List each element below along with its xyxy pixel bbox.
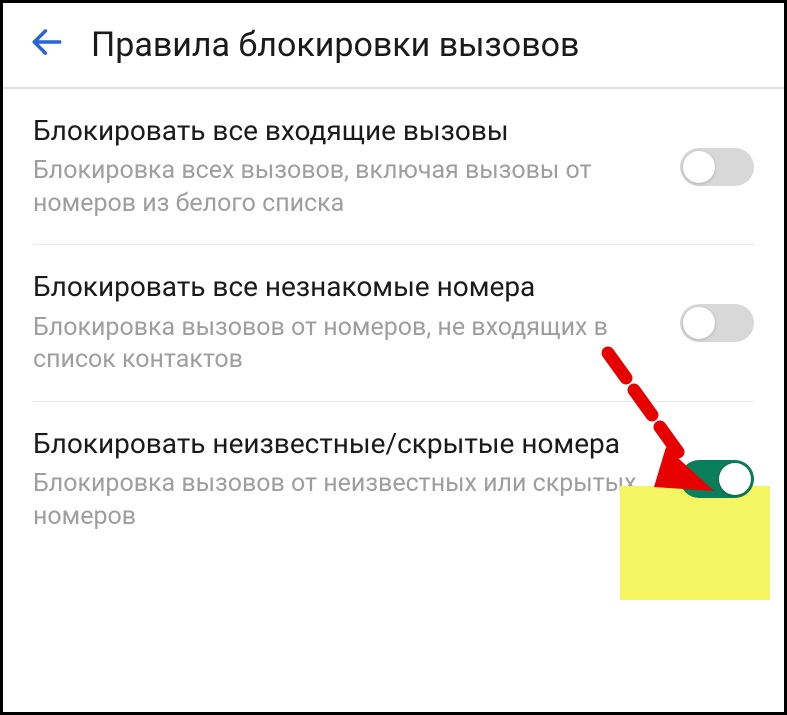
- toggle-block-all-incoming[interactable]: [680, 148, 754, 186]
- setting-desc: Блокировка вызовов от номеров, не входящ…: [33, 312, 660, 377]
- settings-list: Блокировать все входящие вызовы Блокиров…: [3, 89, 784, 557]
- page-title: Правила блокировки вызовов: [91, 25, 579, 65]
- setting-title: Блокировать неизвестные/скрытые номера: [33, 426, 660, 462]
- annotation-highlight: [620, 486, 770, 600]
- toggle-knob: [683, 307, 715, 339]
- toggle-knob: [683, 151, 715, 183]
- toggle-knob: [719, 463, 751, 495]
- setting-text: Блокировать все незнакомые номера Блокир…: [33, 269, 680, 376]
- toggle-block-unknown-numbers[interactable]: [680, 304, 754, 342]
- setting-block-unknown-numbers[interactable]: Блокировать все незнакомые номера Блокир…: [33, 245, 754, 401]
- setting-desc: Блокировка всех вызовов, включая вызовы …: [33, 155, 660, 220]
- setting-block-all-incoming[interactable]: Блокировать все входящие вызовы Блокиров…: [33, 89, 754, 245]
- setting-desc: Блокировка вызовов от неизвестных или ск…: [33, 468, 660, 533]
- setting-title: Блокировать все незнакомые номера: [33, 269, 660, 305]
- setting-text: Блокировать все входящие вызовы Блокиров…: [33, 113, 680, 220]
- setting-title: Блокировать все входящие вызовы: [33, 113, 660, 149]
- setting-text: Блокировать неизвестные/скрытые номера Б…: [33, 426, 680, 533]
- back-arrow-icon[interactable]: [28, 23, 66, 67]
- toggle-block-hidden-numbers[interactable]: [680, 460, 754, 498]
- header-bar: Правила блокировки вызовов: [3, 3, 784, 89]
